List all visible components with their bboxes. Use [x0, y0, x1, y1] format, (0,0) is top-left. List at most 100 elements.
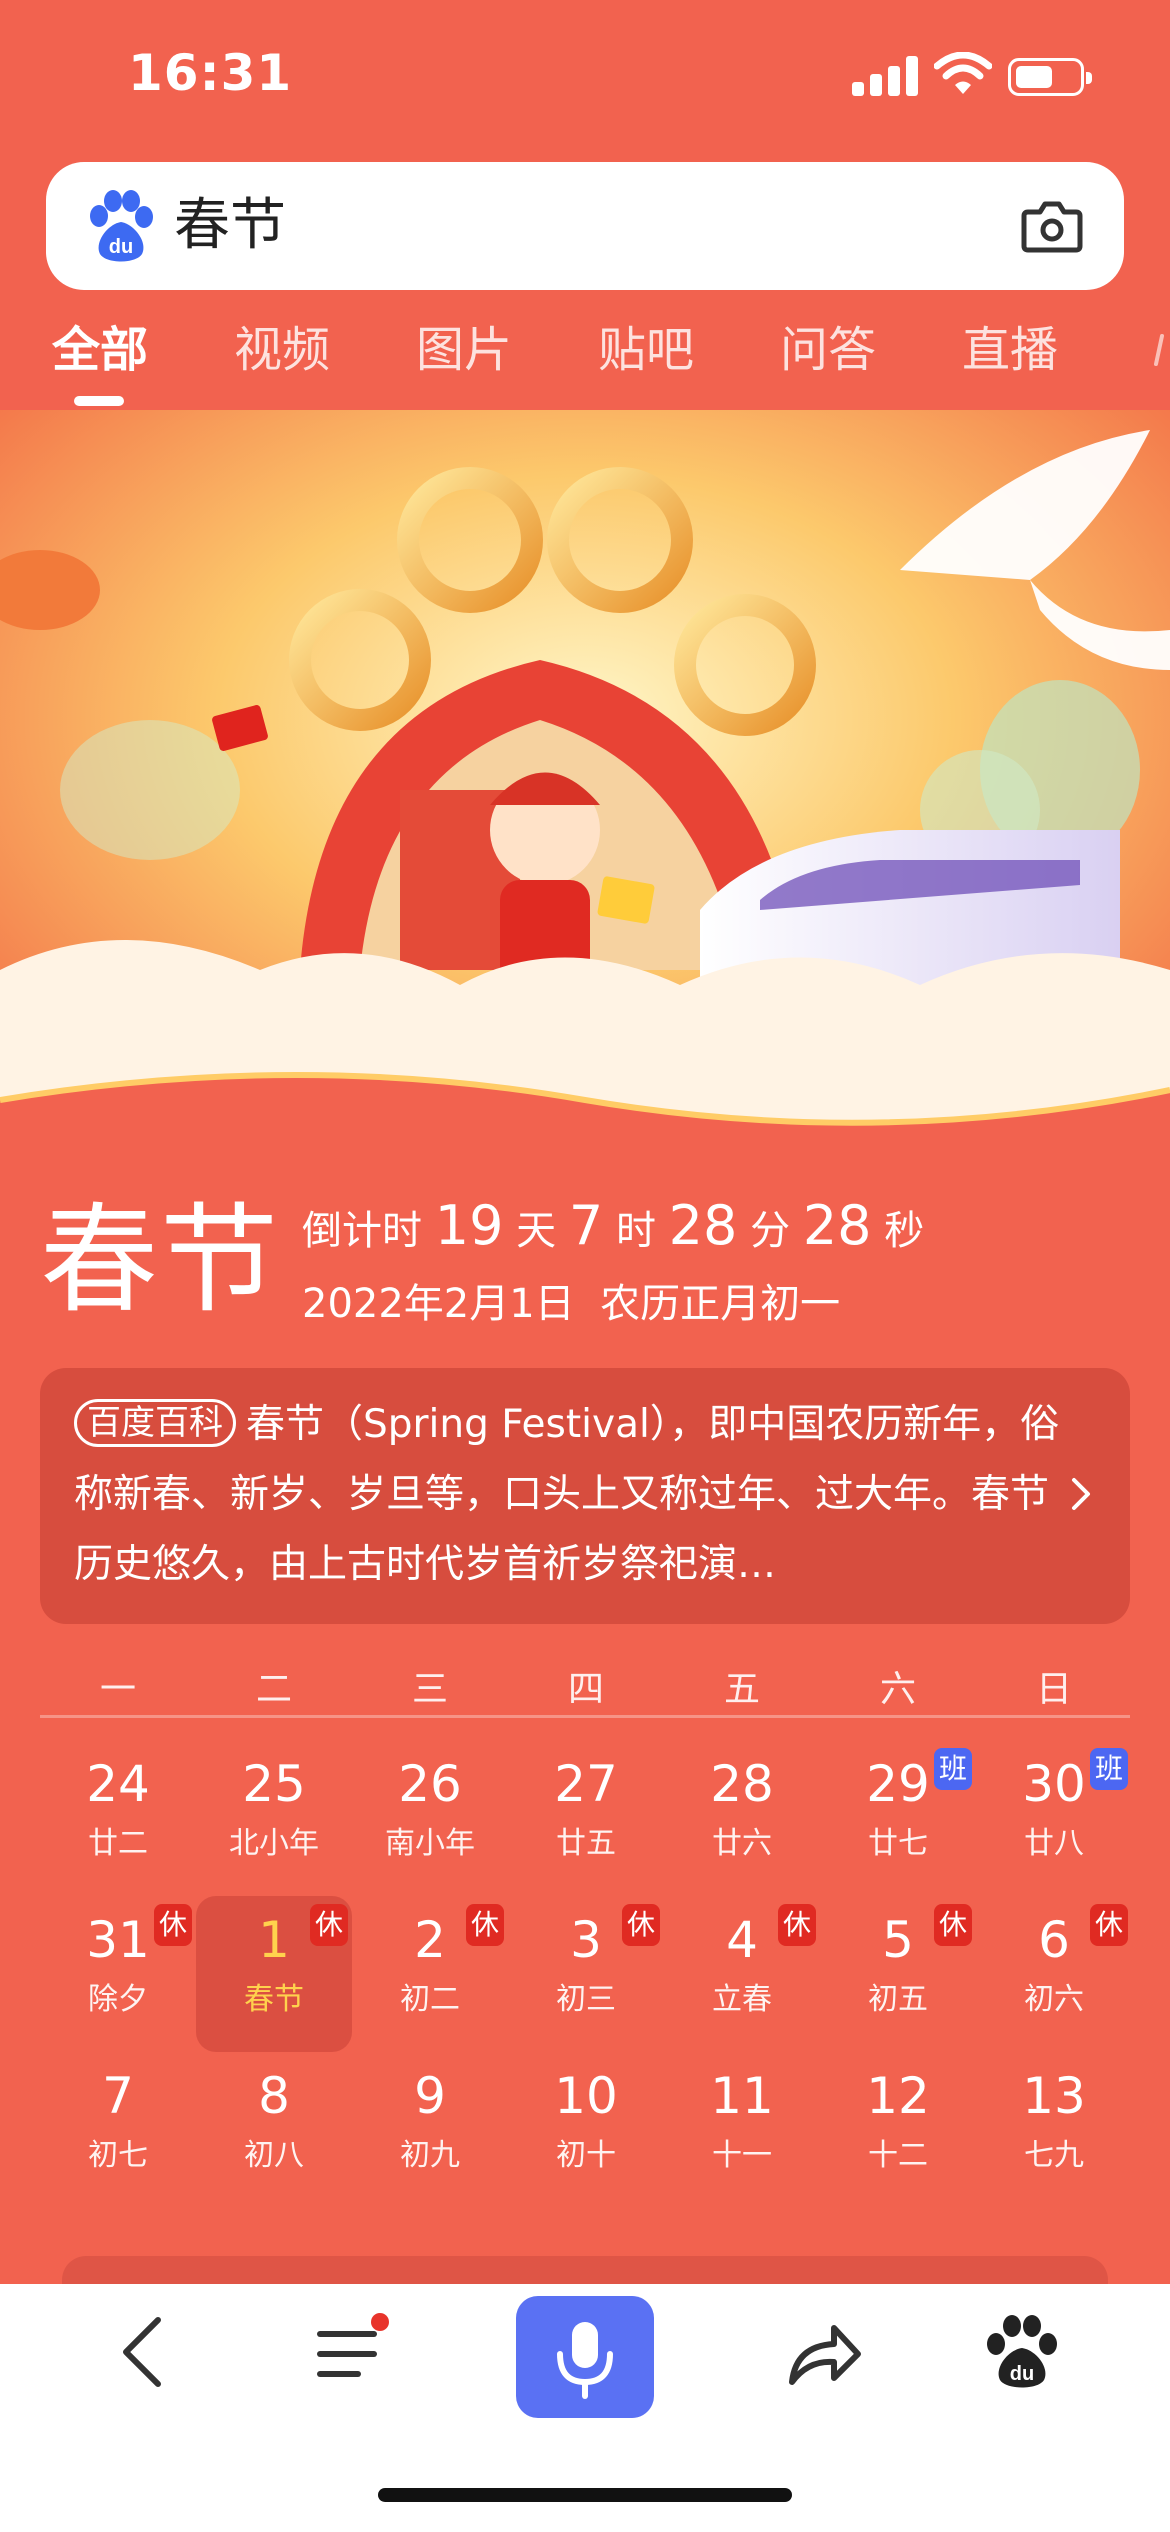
countdown-label: 倒计时 [302, 1208, 422, 1254]
holiday-badge: 休 [310, 1904, 348, 1946]
calendar-day[interactable]: 30 廿八班 [976, 1740, 1132, 1896]
day-number: 25 [242, 1755, 306, 1813]
day-number: 13 [1022, 2067, 1086, 2125]
encyclopedia-card[interactable]: 百度百科 春节（Spring Festival），即中国农历新年，俗称新春、新岁、… [40, 1368, 1130, 1624]
menu-icon[interactable] [296, 2302, 396, 2402]
calendar-weekdays: 一 二 三 四 五 六 日 [40, 1652, 1130, 1718]
battery-icon [1008, 58, 1092, 96]
lunar-date: 除夕 [88, 1982, 148, 2017]
lunar-date: 初八 [244, 2138, 304, 2173]
signal-icon [852, 56, 918, 96]
lunar-date: 七九 [1024, 2138, 1084, 2173]
tab-all[interactable]: 全部 [52, 320, 148, 380]
lunar-date: 初五 [868, 1982, 928, 2017]
day-number: 27 [554, 1755, 618, 1813]
workday-badge: 班 [934, 1748, 972, 1790]
calendar-day[interactable]: 13 七九 [976, 2052, 1132, 2208]
gregorian-date: 2022年2月1日 [302, 1281, 575, 1327]
search-input[interactable]: 春节 [174, 192, 286, 260]
lunar-date: 初九 [400, 2138, 460, 2173]
calendar-grid: 24 廿二 25 北小年 26 南小年 27 廿五 28 廿六 29 廿七班 30 廿八班 3… [40, 1740, 1130, 2210]
calendar-day[interactable]: 8 初八 [196, 2052, 352, 2208]
calendar-day[interactable]: 24 廿二 [40, 1740, 196, 1896]
calendar-day[interactable]: 29 廿七班 [820, 1740, 976, 1896]
lunar-date: 十二 [868, 2138, 928, 2173]
lunar-date: 南小年 [385, 1826, 475, 1861]
share-icon[interactable] [772, 2302, 872, 2402]
lunar-date: 春节 [244, 1982, 304, 2017]
baidu-paw-icon[interactable]: du [972, 2302, 1072, 2402]
calendar-day-selected[interactable]: 1 春节休 [196, 1896, 352, 2052]
status-time: 16:31 [128, 44, 293, 102]
notification-dot [371, 2313, 389, 2331]
holiday-badge: 休 [1090, 1904, 1128, 1946]
hours-unit: 时 [615, 1208, 656, 1254]
tab-tieba[interactable]: 贴吧 [598, 320, 694, 380]
holiday-badge: 休 [622, 1904, 660, 1946]
home-indicator [378, 2488, 792, 2502]
encyclopedia-summary: 百度百科 春节（Spring Festival），即中国农历新年，俗称新春、新岁、… [74, 1390, 1064, 1600]
countdown-days: 19 [434, 1194, 504, 1257]
wifi-icon [934, 52, 992, 94]
weekday-wed: 三 [411, 1669, 448, 1710]
svg-text:du: du [109, 236, 133, 258]
lunar-date: 初十 [556, 2138, 616, 2173]
calendar-day[interactable]: 28 廿六 [664, 1740, 820, 1896]
search-tabs: 全部 视频 图片 贴吧 问答 直播 [0, 300, 1170, 410]
days-unit: 天 [516, 1208, 557, 1254]
baike-badge: 百度百科 [74, 1399, 236, 1447]
microphone-icon [557, 2322, 613, 2399]
day-number: 7 [102, 2067, 134, 2125]
lunar-date: 初七 [88, 2138, 148, 2173]
lunar-date: 农历正月初一 [600, 1281, 841, 1327]
chevron-right-icon[interactable] [1066, 1472, 1096, 1516]
spring-festival-banner [0, 410, 1170, 1180]
lunar-date: 立春 [712, 1982, 772, 2017]
lunar-date: 北小年 [229, 1826, 319, 1861]
lunar-date: 廿七 [868, 1826, 928, 1861]
festival-title: 春节 [40, 1191, 281, 1329]
camera-icon[interactable] [1020, 194, 1084, 256]
calendar-day[interactable]: 2 初二休 [352, 1896, 508, 2052]
lunar-date: 初六 [1024, 1982, 1084, 2017]
back-icon[interactable] [96, 2302, 196, 2402]
festival-date: 2022年2月1日 农历正月初一 [302, 1274, 840, 1334]
lunar-date: 廿八 [1024, 1826, 1084, 1861]
tab-video[interactable]: 视频 [234, 320, 330, 380]
status-bar: 16:31 [0, 0, 1170, 150]
calendar-day[interactable]: 5 初五休 [820, 1896, 976, 2052]
tab-images[interactable]: 图片 [416, 320, 512, 380]
calendar-day[interactable]: 3 初三休 [508, 1896, 664, 2052]
calendar-day[interactable]: 11 十一 [664, 2052, 820, 2208]
calendar-day[interactable]: 9 初九 [352, 2052, 508, 2208]
lunar-date: 初二 [400, 1982, 460, 2017]
day-number: 24 [86, 1755, 150, 1813]
countdown-minutes: 28 [668, 1194, 738, 1257]
svg-text:du: du [1010, 2363, 1034, 2385]
day-number: 12 [866, 2067, 930, 2125]
calendar-day[interactable]: 7 初七 [40, 2052, 196, 2208]
active-tab-indicator [74, 396, 124, 406]
calendar-day[interactable]: 26 南小年 [352, 1740, 508, 1896]
calendar-day[interactable]: 27 廿五 [508, 1740, 664, 1896]
weekday-fri: 五 [723, 1669, 760, 1710]
calendar-day[interactable]: 12 十二 [820, 2052, 976, 2208]
tab-overflow-icon [1154, 334, 1164, 366]
calendar-day[interactable]: 25 北小年 [196, 1740, 352, 1896]
calendar-day[interactable]: 31 除夕休 [40, 1896, 196, 2052]
voice-search-button[interactable] [516, 2296, 654, 2418]
seconds-unit: 秒 [884, 1208, 925, 1254]
calendar-day[interactable]: 4 立春休 [664, 1896, 820, 2052]
search-bar[interactable]: du 春节 [46, 162, 1124, 290]
day-number: 8 [258, 2067, 290, 2125]
lunar-date: 初三 [556, 1982, 616, 2017]
baidu-logo-icon: du [90, 190, 153, 262]
calendar-day[interactable]: 10 初十 [508, 2052, 664, 2208]
tab-qa[interactable]: 问答 [780, 320, 876, 380]
workday-badge: 班 [1090, 1748, 1128, 1790]
day-number: 9 [414, 2067, 446, 2125]
day-number: 28 [710, 1755, 774, 1813]
calendar-day[interactable]: 6 初六休 [976, 1896, 1132, 2052]
tab-live[interactable]: 直播 [962, 320, 1058, 380]
weekday-thu: 四 [567, 1669, 604, 1710]
